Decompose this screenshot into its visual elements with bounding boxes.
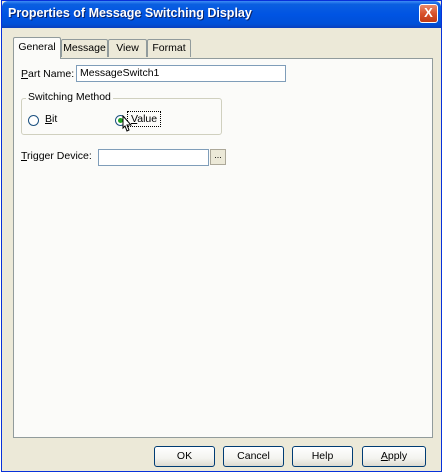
- tab-general[interactable]: General: [13, 37, 61, 59]
- browse-button[interactable]: ...: [210, 149, 226, 165]
- window-title: Properties of Message Switching Display: [8, 6, 252, 20]
- part-name-label: Part Name:: [21, 68, 75, 80]
- tab-view[interactable]: View: [108, 39, 147, 57]
- tab-format[interactable]: Format: [147, 39, 191, 57]
- trigger-device-input[interactable]: [98, 149, 209, 166]
- tab-message[interactable]: Message: [61, 39, 108, 57]
- radio-bit[interactable]: [28, 115, 39, 126]
- radio-bit-label[interactable]: Bit: [45, 113, 57, 125]
- properties-dialog: Properties of Message Switching Display …: [1, 0, 442, 472]
- general-tab-panel: Part Name: MessageSwitch1 Switching Meth…: [13, 58, 433, 438]
- ok-button[interactable]: OK: [154, 446, 215, 467]
- close-button[interactable]: X: [419, 4, 438, 23]
- dialog-button-bar: OK Cancel Help Apply: [13, 443, 433, 469]
- cancel-button[interactable]: Cancel: [223, 446, 284, 467]
- switching-method-title: Switching Method: [26, 91, 113, 103]
- help-button[interactable]: Help: [292, 446, 353, 467]
- close-icon: X: [424, 5, 433, 20]
- trigger-device-label: Trigger Device:: [21, 150, 92, 162]
- part-name-input[interactable]: MessageSwitch1: [76, 65, 286, 82]
- apply-button[interactable]: Apply: [362, 446, 426, 467]
- title-bar[interactable]: Properties of Message Switching Display …: [2, 1, 441, 28]
- mouse-pointer-icon: [122, 115, 133, 132]
- radio-value-label[interactable]: Value: [131, 113, 157, 125]
